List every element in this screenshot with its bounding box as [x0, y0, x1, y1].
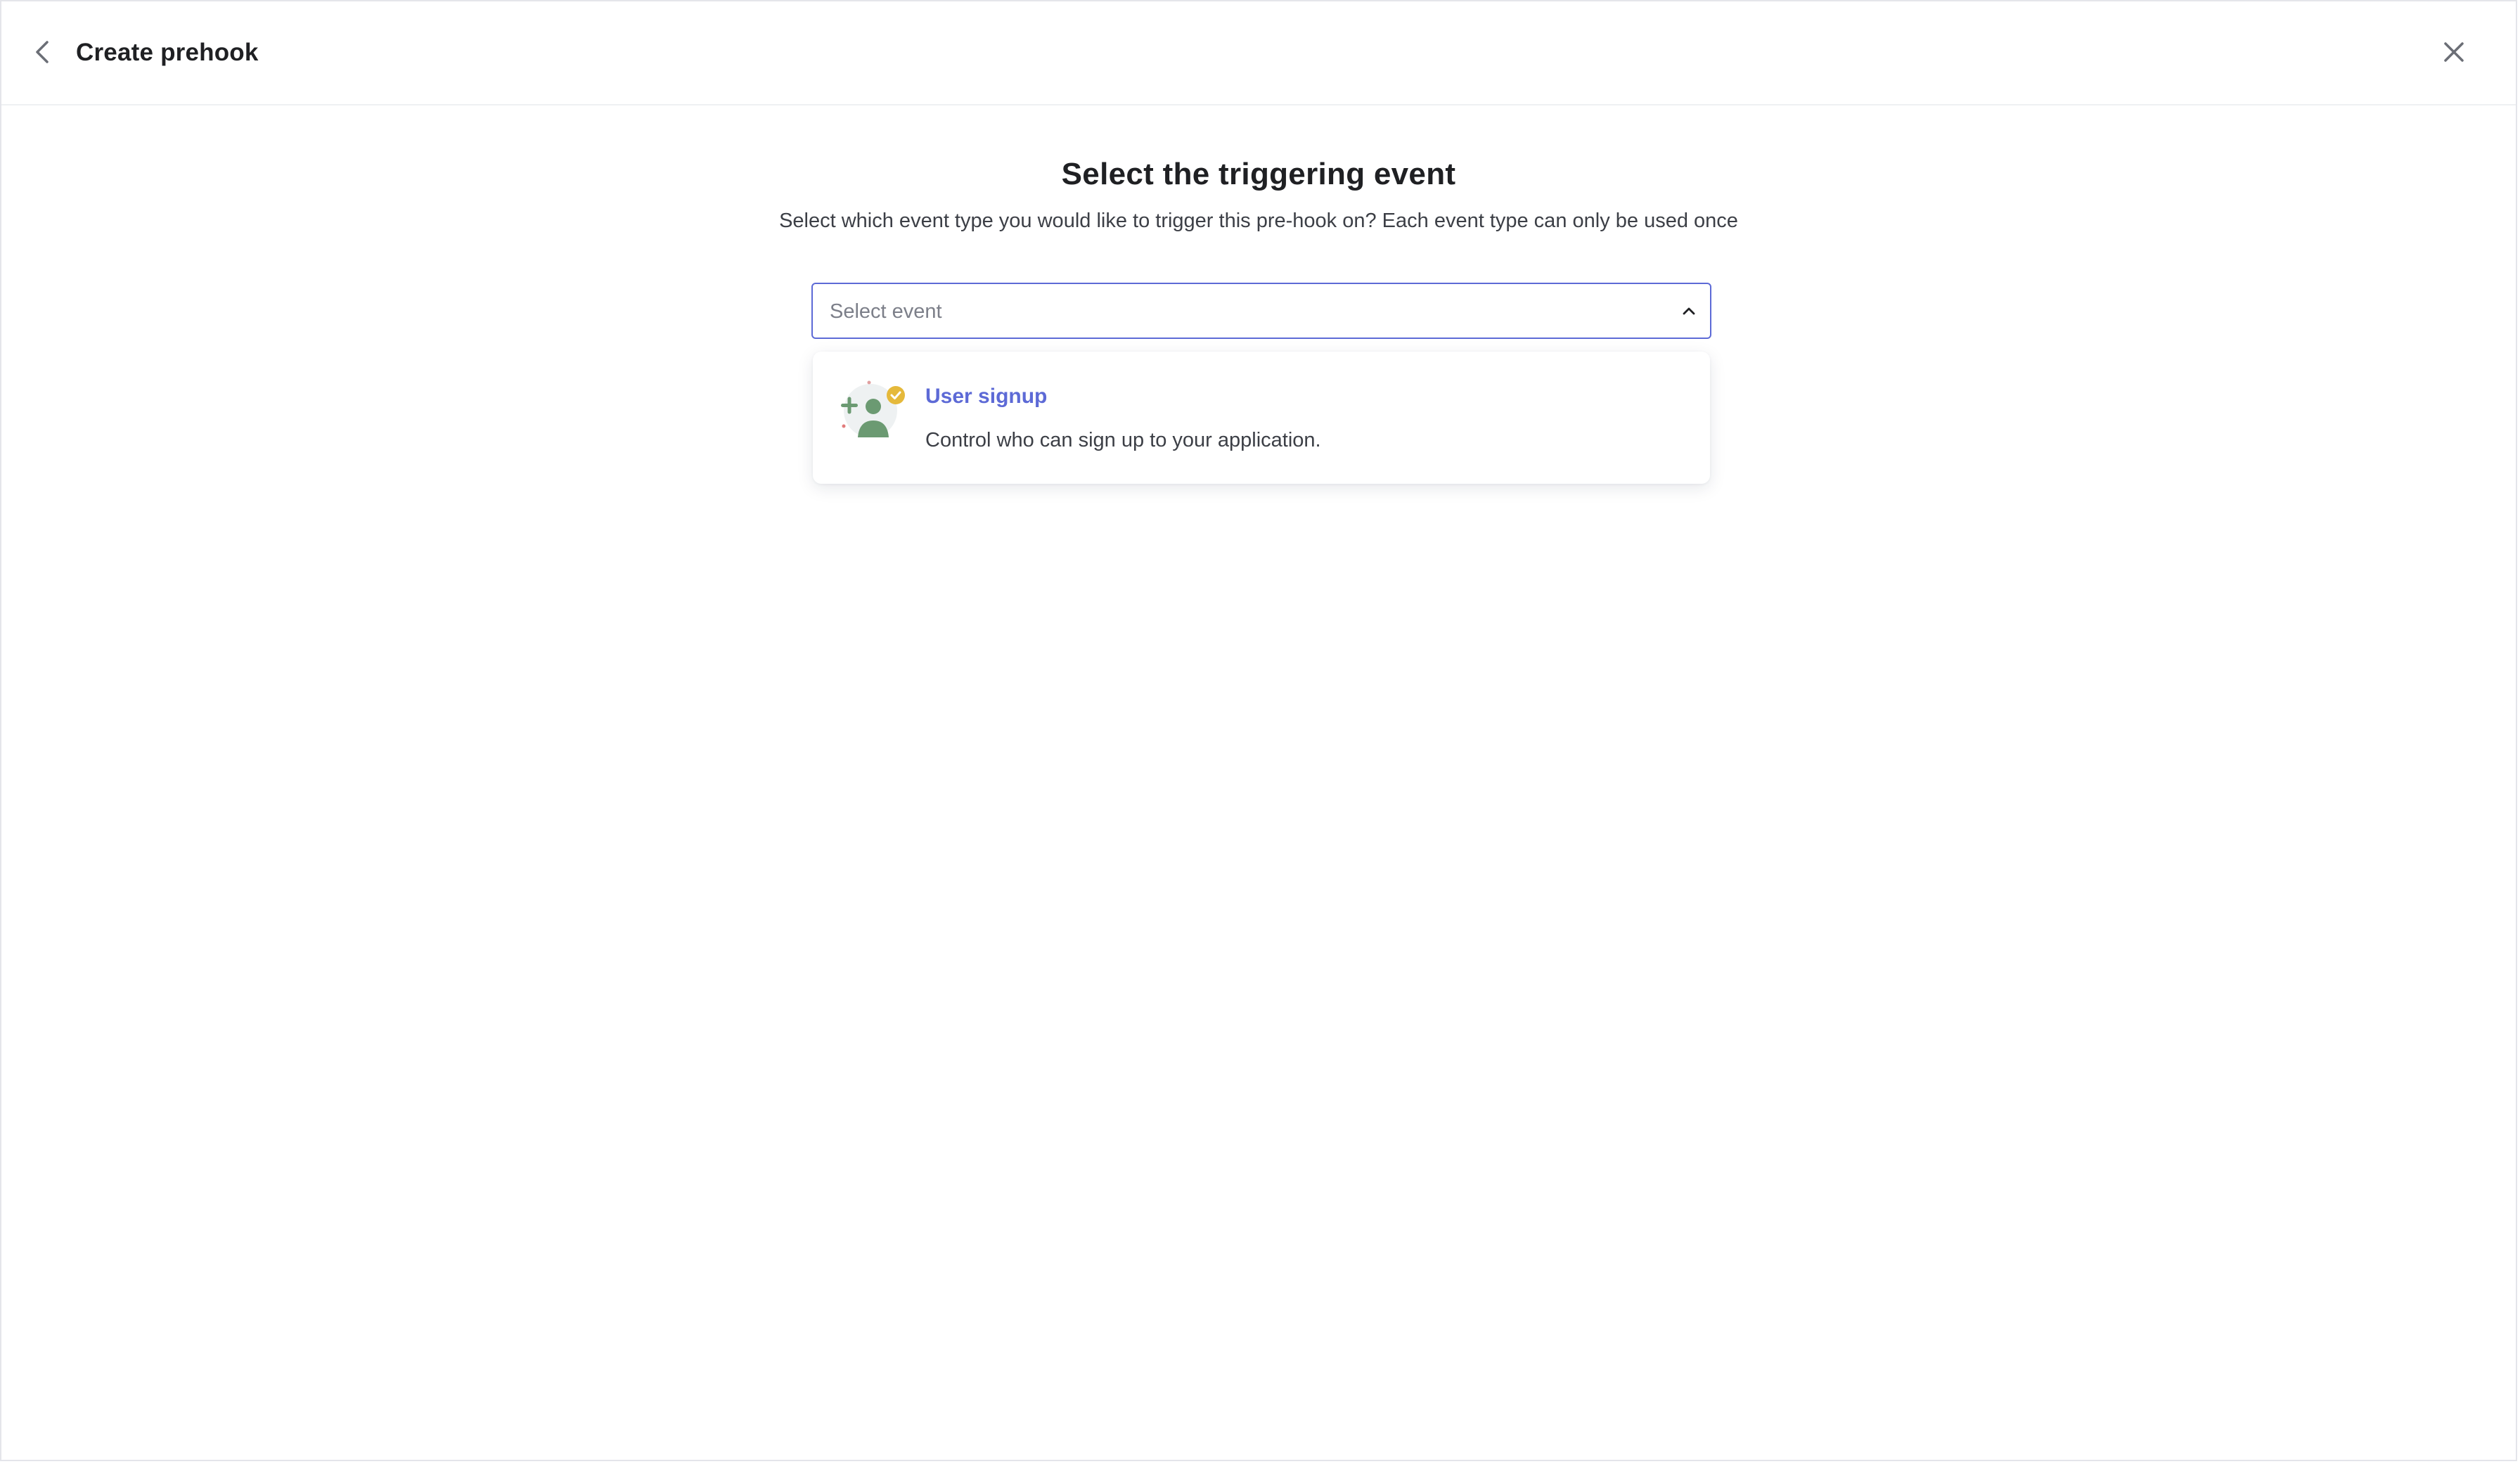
page-title: Create prehook [76, 39, 259, 66]
event-select[interactable]: Select event [811, 283, 1711, 339]
event-dropdown: User signup Control who can sign up to y… [813, 352, 1710, 484]
option-description: Control who can sign up to your applicat… [925, 429, 1321, 451]
page-header: Create prehook [1, 1, 2516, 105]
section-subtitle: Select which event type you would like t… [779, 210, 1738, 232]
chevron-up-icon [1680, 302, 1697, 319]
close-icon [2444, 42, 2464, 62]
option-title: User signup [925, 385, 1048, 408]
close-button[interactable] [2438, 37, 2469, 68]
section-title: Select the triggering event [1061, 157, 1456, 191]
back-button[interactable] [27, 37, 58, 68]
create-prehook-window: Create prehook Select the triggering eve… [0, 0, 2517, 1461]
event-option-user-signup[interactable]: User signup Control who can sign up to y… [813, 352, 1710, 484]
chevron-left-icon [36, 41, 49, 63]
user-signup-icon [838, 380, 906, 443]
event-select-placeholder: Select event [830, 300, 942, 323]
